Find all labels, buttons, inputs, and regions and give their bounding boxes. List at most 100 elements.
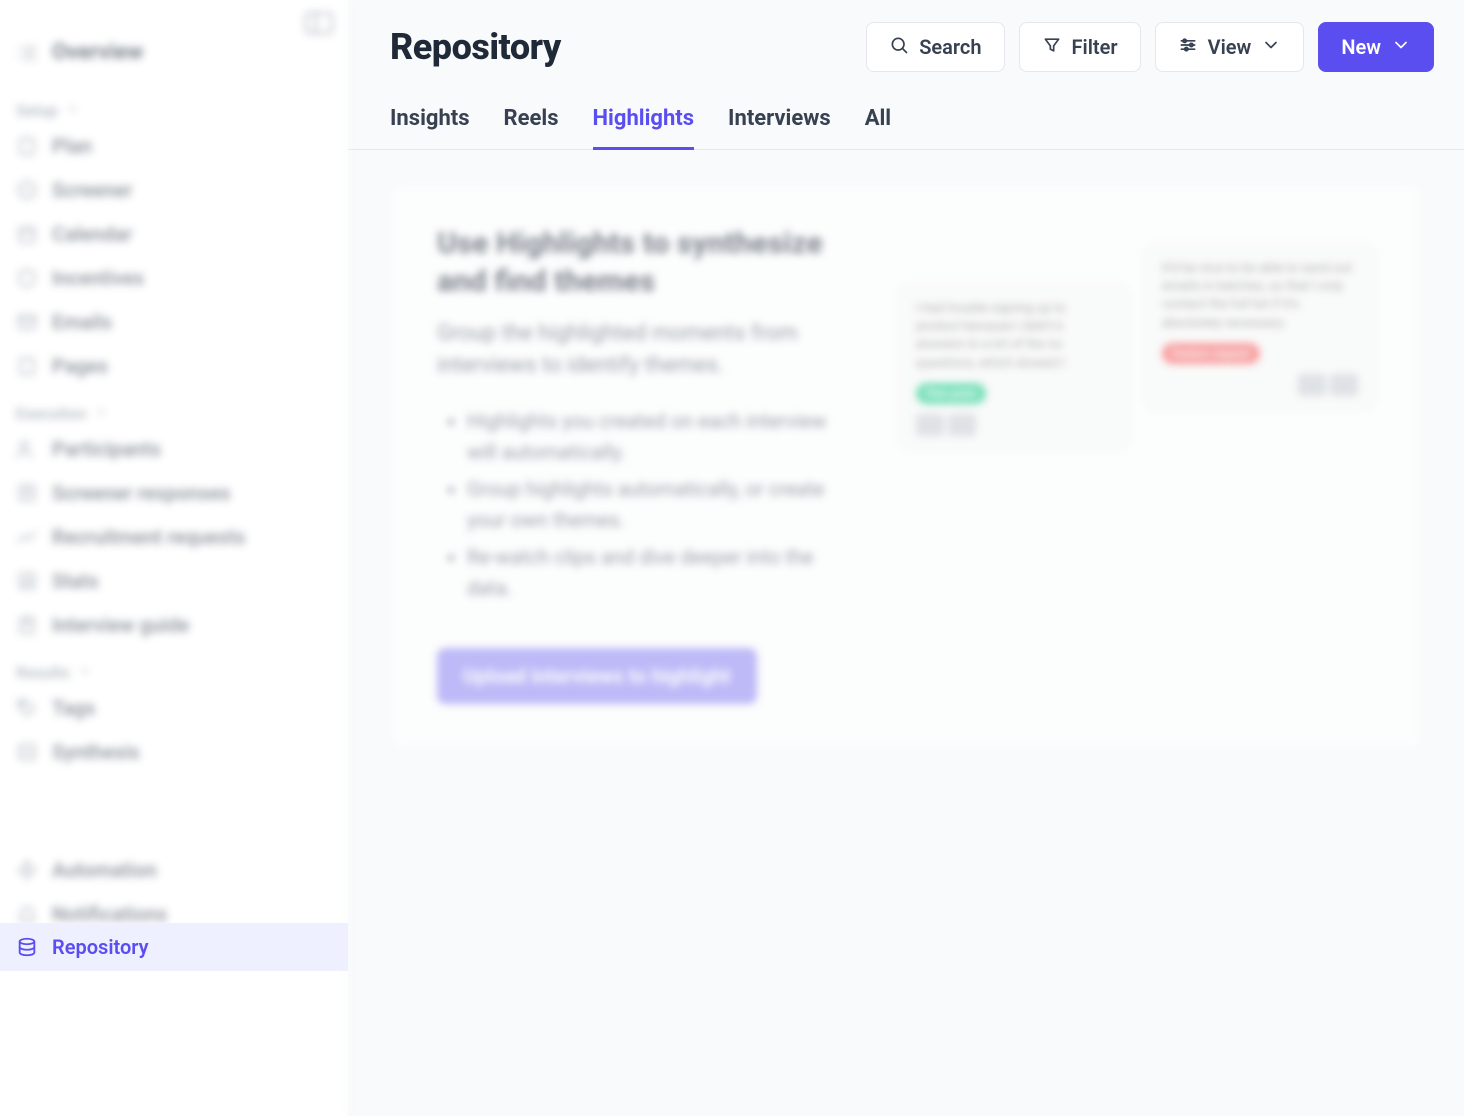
new-button[interactable]: New xyxy=(1318,22,1434,72)
empty-state-bullets: Highlights you created on each interview… xyxy=(437,406,849,604)
upload-interviews-button[interactable]: Upload interviews to highlight xyxy=(437,648,757,704)
filter-button[interactable]: Filter xyxy=(1019,22,1141,72)
page-title: Repository xyxy=(390,26,561,68)
sidebar-item-emails[interactable]: Emails xyxy=(0,300,347,344)
filter-icon xyxy=(1042,35,1062,60)
empty-state-bullet: Group highlights automatically, or creat… xyxy=(467,474,849,536)
sidebar-item-participants[interactable]: Participants xyxy=(0,427,347,471)
empty-state-subtitle: Group the highlighted moments from inter… xyxy=(437,318,849,382)
stats-icon xyxy=(16,570,38,592)
sidebar-item-incentives[interactable]: Incentives xyxy=(0,256,347,300)
search-icon xyxy=(889,35,909,60)
sidebar-item-label: Calendar xyxy=(52,222,132,246)
guide-icon xyxy=(16,614,38,636)
pages-icon xyxy=(16,355,38,377)
empty-state-text: Use Highlights to synthesize and find th… xyxy=(437,225,849,704)
example-note-text: I had trouble signing up to product beca… xyxy=(916,300,1112,373)
sidebar-item-automation[interactable]: Automation xyxy=(0,848,347,892)
sidebar-item-overview[interactable]: Overview xyxy=(0,10,347,85)
sidebar-item-recruitment-requests[interactable]: Recruitment requests xyxy=(0,515,347,559)
button-label: Search xyxy=(919,35,981,59)
sidebar-item-label: Synthesis xyxy=(52,740,140,764)
sidebar-item-label: Screener xyxy=(52,178,132,202)
sidebar-item-tags[interactable]: Tags xyxy=(0,686,347,730)
thumbnail-icon xyxy=(1330,374,1358,396)
search-button[interactable]: Search xyxy=(866,22,1004,72)
example-thumbnails xyxy=(916,414,1112,436)
empty-state-illustration: I had trouble signing up to product beca… xyxy=(899,225,1375,704)
sidebar-item-label: Pages xyxy=(52,354,108,378)
button-label: View xyxy=(1208,35,1252,59)
sidebar-group-label: Execution xyxy=(16,404,86,423)
bell-icon xyxy=(16,903,38,925)
clipboard-icon xyxy=(16,135,38,157)
tab-highlights[interactable]: Highlights xyxy=(593,90,695,149)
sidebar-item-label: Screener responses xyxy=(52,481,230,505)
view-button[interactable]: View xyxy=(1155,22,1305,72)
sidebar-item-label: Automation xyxy=(52,858,157,882)
main-content: Repository Search Filter View New Insigh… xyxy=(348,0,1464,1116)
sidebar-item-stats[interactable]: Stats xyxy=(0,559,347,603)
sidebar-group-results[interactable]: Results xyxy=(0,647,347,686)
sidebar-item-label: Stats xyxy=(52,569,99,593)
tag-icon xyxy=(16,697,38,719)
requests-icon xyxy=(16,526,38,548)
chevron-down-icon xyxy=(78,663,92,682)
sidebar-item-label: Participants xyxy=(52,437,161,461)
empty-state-bullet: Re-watch clips and dive deeper into the … xyxy=(467,542,849,604)
sidebar-item-label: Repository xyxy=(52,935,149,959)
empty-state-bullet: Highlights you created on each interview… xyxy=(467,406,849,468)
sidebar-item-label: Overview xyxy=(52,40,143,65)
example-pill-feature-request: Feature request xyxy=(1162,343,1260,364)
panel-toggle[interactable] xyxy=(305,12,333,34)
sidebar-group-label: Setup xyxy=(16,101,58,120)
users-icon xyxy=(16,438,38,460)
thumbnail-icon xyxy=(948,414,976,436)
sidebar-item-calendar[interactable]: Calendar xyxy=(0,212,347,256)
tab-reels[interactable]: Reels xyxy=(504,90,559,149)
sidebar-item-label: Emails xyxy=(52,310,112,334)
sidebar-group-label: Results xyxy=(16,663,70,682)
tabs: Insights Reels Highlights Interviews All xyxy=(348,90,1464,150)
sidebar-item-screener-responses[interactable]: Screener responses xyxy=(0,471,347,515)
sidebar-item-label: Tags xyxy=(52,696,95,720)
automation-icon xyxy=(16,859,38,881)
panel-icon xyxy=(305,12,333,34)
calendar-icon xyxy=(16,223,38,245)
chevron-down-icon xyxy=(66,101,80,120)
sidebar-group-setup[interactable]: Setup xyxy=(0,85,347,124)
sidebar-item-label: Incentives xyxy=(52,266,144,290)
sidebar-item-interview-guide[interactable]: Interview guide xyxy=(0,603,347,647)
example-pill-pain-point: Pain point xyxy=(916,383,986,404)
button-label: New xyxy=(1341,35,1381,59)
sidebar-item-screener[interactable]: Screener xyxy=(0,168,347,212)
sidebar-item-label: Plan xyxy=(52,134,92,158)
button-label: Filter xyxy=(1072,35,1118,59)
chevron-down-icon xyxy=(1391,35,1411,60)
example-note-text: It'd be nice to be able to send out emai… xyxy=(1162,260,1358,333)
database-icon xyxy=(16,936,38,958)
chevron-down-icon xyxy=(1261,35,1281,60)
mail-icon xyxy=(16,311,38,333)
sidebar-item-plan[interactable]: Plan xyxy=(0,124,347,168)
sliders-icon xyxy=(1178,35,1198,60)
empty-state-card: Use Highlights to synthesize and find th… xyxy=(390,184,1422,749)
sidebar-item-pages[interactable]: Pages xyxy=(0,344,347,388)
screener-icon xyxy=(16,179,38,201)
responses-icon xyxy=(16,482,38,504)
sidebar-item-repository[interactable]: Repository xyxy=(0,923,348,971)
header-actions: Search Filter View New xyxy=(866,22,1434,72)
incentives-icon xyxy=(16,267,38,289)
synthesis-icon xyxy=(16,741,38,763)
tab-interviews[interactable]: Interviews xyxy=(728,90,831,149)
sidebar-item-synthesis[interactable]: Synthesis xyxy=(0,730,347,774)
list-icon xyxy=(16,42,38,64)
header: Repository Search Filter View New xyxy=(348,0,1464,90)
sidebar-group-execution[interactable]: Execution xyxy=(0,388,347,427)
tab-insights[interactable]: Insights xyxy=(390,90,470,149)
thumbnail-icon xyxy=(1298,374,1326,396)
example-note-right: It'd be nice to be able to send out emai… xyxy=(1145,245,1375,409)
example-thumbnails xyxy=(1162,374,1358,396)
tab-all[interactable]: All xyxy=(865,90,891,149)
button-label: Upload interviews to highlight xyxy=(463,664,731,688)
